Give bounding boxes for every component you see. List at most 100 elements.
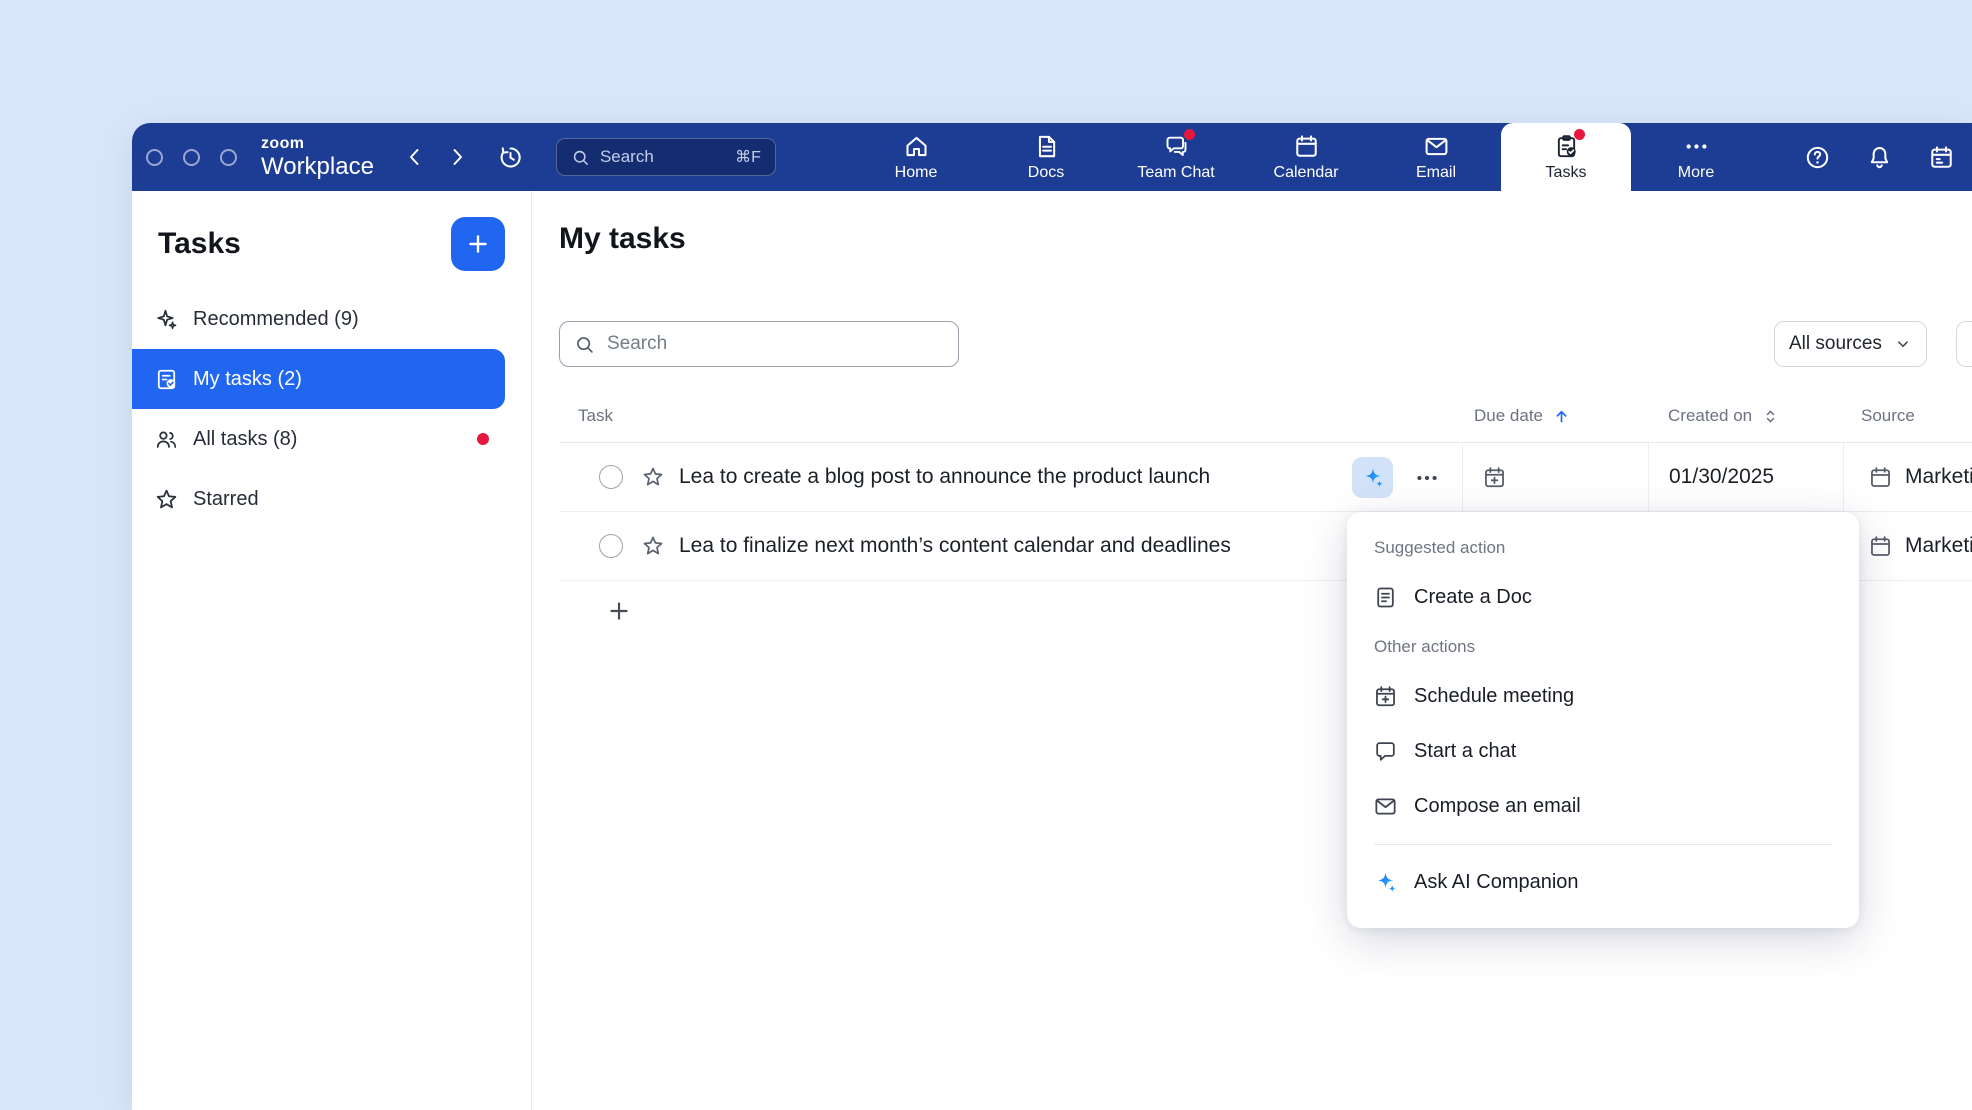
chevron-left-icon (403, 145, 427, 169)
screen: zoom Workplace Search ⌘F (0, 0, 1972, 1110)
notification-dot (477, 433, 489, 445)
column-label: Created on (1668, 406, 1752, 426)
docs-icon (1033, 133, 1060, 160)
sidebar-title: Tasks (158, 227, 241, 261)
ai-sparkle-icon (1361, 466, 1385, 490)
ellipsis-icon (1414, 465, 1440, 491)
star-icon[interactable] (641, 465, 665, 489)
window-body: Tasks Recommended (9) (132, 191, 1972, 1110)
column-header-due-date[interactable]: Due date (1462, 390, 1648, 442)
popup-section-title: Other actions (1347, 625, 1859, 669)
bell-icon (1866, 144, 1893, 171)
nav-tab-docs[interactable]: Docs (981, 123, 1111, 191)
column-header-source[interactable]: Source (1843, 390, 1972, 442)
people-icon (154, 427, 179, 452)
nav-tab-calendar[interactable]: Calendar (1241, 123, 1371, 191)
forward-button[interactable] (442, 142, 472, 172)
menu-item-start-chat[interactable]: Start a chat (1347, 724, 1859, 779)
page-title: My tasks (559, 222, 686, 256)
task-title[interactable]: Lea to create a blog post to announce th… (679, 465, 1210, 489)
source-calendar-icon (1868, 534, 1893, 559)
topbar-right (1802, 123, 1956, 191)
task-row: Lea to create a blog post to announce th… (559, 443, 1972, 512)
source-cell[interactable]: Marketing (1843, 443, 1972, 511)
new-task-button[interactable] (451, 217, 505, 271)
task-search (559, 321, 959, 367)
help-button[interactable] (1802, 142, 1832, 172)
edge-toolbar-button[interactable] (1956, 321, 1972, 367)
task-title[interactable]: Lea to finalize next month’s content cal… (679, 534, 1231, 558)
calendar-icon (1293, 133, 1320, 160)
window-controls (146, 149, 237, 166)
global-search-placeholder: Search (600, 147, 654, 167)
sources-filter-dropdown[interactable]: All sources (1774, 321, 1927, 367)
table-header: Task Due date Created on Source (559, 390, 1972, 443)
sidebar-menu: Recommended (9) My tasks (2) All tasks (… (132, 289, 531, 529)
sidebar-item-label: Starred (193, 488, 259, 511)
column-label: Source (1861, 406, 1915, 426)
menu-item-ask-ai-companion[interactable]: Ask AI Companion (1347, 855, 1859, 910)
notifications-button[interactable] (1864, 142, 1894, 172)
history-button[interactable] (496, 142, 526, 172)
task-complete-checkbox[interactable] (599, 465, 623, 489)
column-header-created-on[interactable]: Created on (1648, 390, 1843, 442)
sidebar-item-starred[interactable]: Starred (132, 469, 505, 529)
chevron-down-icon (1894, 335, 1912, 353)
task-complete-checkbox[interactable] (599, 534, 623, 558)
sidebar-item-all-tasks[interactable]: All tasks (8) (132, 409, 505, 469)
created-on-value: 01/30/2025 (1669, 465, 1774, 489)
sidebar-item-my-tasks[interactable]: My tasks (2) (132, 349, 505, 409)
source-name: Marketing (1905, 465, 1972, 489)
window-control-icon[interactable] (146, 149, 163, 166)
star-icon[interactable] (641, 534, 665, 558)
ai-sparkle-icon (1373, 870, 1398, 895)
sort-toggle-icon (1761, 407, 1780, 426)
nav-label: Tasks (1546, 165, 1587, 181)
add-task-button[interactable] (605, 598, 633, 626)
sidebar: Tasks Recommended (9) (132, 191, 532, 1110)
plus-icon (465, 231, 491, 257)
zoom-workplace-logo: zoom Workplace (261, 136, 374, 179)
global-search[interactable]: Search ⌘F (556, 138, 776, 176)
my-tasks-icon (154, 367, 179, 392)
notification-dot (1574, 129, 1585, 140)
set-due-date-button[interactable] (1482, 465, 1507, 490)
ai-companion-button[interactable] (1352, 457, 1393, 498)
task-cell: Lea to finalize next month’s content cal… (559, 512, 1462, 580)
menu-item-label: Schedule meeting (1414, 685, 1574, 708)
created-on-cell: 01/30/2025 (1648, 443, 1843, 511)
sources-filter-value: All sources (1789, 333, 1882, 355)
menu-item-label: Ask AI Companion (1414, 871, 1579, 894)
task-more-button[interactable] (1408, 459, 1446, 497)
history-icon (497, 144, 524, 171)
plus-icon (606, 598, 632, 624)
menu-item-label: Compose an email (1414, 795, 1581, 818)
nav-tab-tasks[interactable]: Tasks (1501, 123, 1631, 191)
nav-label: Calendar (1274, 165, 1339, 181)
nav-tab-home[interactable]: Home (851, 123, 981, 191)
calendar-plus-icon (1373, 684, 1398, 709)
main-content: My tasks All sources Task (532, 191, 1972, 1110)
column-label: Due date (1474, 406, 1543, 426)
search-shortcut: ⌘F (735, 147, 761, 167)
source-cell[interactable]: Marketing (1843, 512, 1972, 580)
menu-item-compose-email[interactable]: Compose an email (1347, 779, 1859, 834)
nav-label: Home (895, 165, 938, 181)
window-control-icon[interactable] (220, 149, 237, 166)
nav-label: Docs (1028, 165, 1064, 181)
task-search-input[interactable] (605, 332, 944, 356)
sidebar-item-recommended[interactable]: Recommended (9) (132, 289, 505, 349)
menu-item-schedule-meeting[interactable]: Schedule meeting (1347, 669, 1859, 724)
ai-actions-popup: Suggested action Create a Doc Other acti… (1347, 512, 1859, 928)
column-header-task[interactable]: Task (559, 390, 1462, 442)
nav-tab-email[interactable]: Email (1371, 123, 1501, 191)
menu-item-create-doc[interactable]: Create a Doc (1347, 570, 1859, 625)
nav-tab-more[interactable]: More (1631, 123, 1761, 191)
chevron-right-icon (445, 145, 469, 169)
nav-tab-team-chat[interactable]: Team Chat (1111, 123, 1241, 191)
date-calendar-button[interactable] (1926, 142, 1956, 172)
popup-divider (1374, 844, 1832, 845)
window-control-icon[interactable] (183, 149, 200, 166)
back-button[interactable] (400, 142, 430, 172)
logo-workplace-text: Workplace (261, 155, 374, 179)
